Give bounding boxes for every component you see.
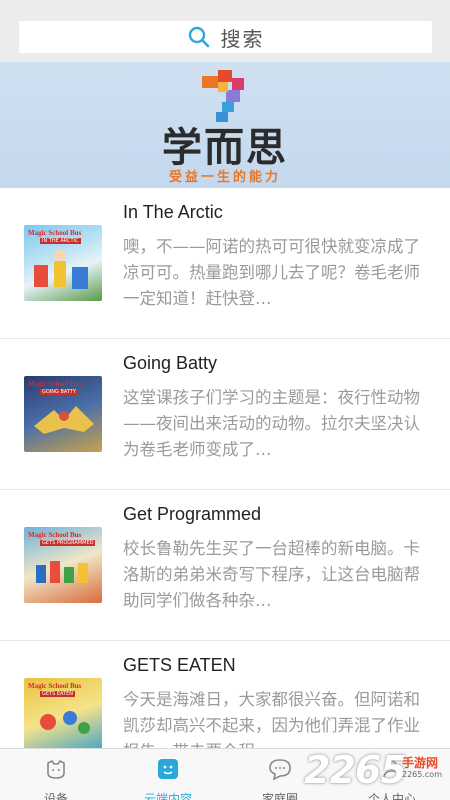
- search-input[interactable]: 搜索: [19, 21, 432, 53]
- cover-illustration-icon: [34, 249, 88, 289]
- chat-bubble-icon: [269, 759, 291, 781]
- search-icon: [188, 26, 209, 48]
- lesson-list: Magic School Bus IN THE ARCTIC In The Ar…: [0, 188, 450, 792]
- list-item[interactable]: Magic School Bus IN THE ARCTIC In The Ar…: [0, 188, 450, 339]
- cover-illustration-icon: [34, 406, 94, 434]
- brand-banner[interactable]: 学而思 受益一生的能力: [0, 62, 450, 188]
- lesson-title: Going Batty: [123, 353, 218, 373]
- brand-name: 学而思: [162, 125, 288, 171]
- tab-label: 云端内容: [143, 792, 192, 800]
- cat-face-icon: [47, 759, 65, 779]
- list-item[interactable]: Magic School Bus GETS PROGRAMMED Get Pro…: [0, 490, 450, 641]
- cloud-content-icon: [158, 759, 178, 779]
- site-watermark: 2265 手游网 2265.com: [304, 748, 450, 794]
- book-cover: Magic School Bus IN THE ARCTIC: [24, 225, 102, 301]
- lesson-description: 校长鲁勒先生买了一台超棒的新电脑。卡洛斯的弟弟米奇写下程序，让这台电脑帮助同学们…: [123, 539, 420, 610]
- watermark-number: 2265: [304, 748, 407, 792]
- watermark-text: 手游网: [402, 756, 439, 770]
- brand-slogan: 受益一生的能力: [168, 170, 281, 185]
- lesson-title: Get Programmed: [123, 504, 262, 524]
- book-cover: Magic School Bus GETS PROGRAMMED: [24, 527, 102, 603]
- search-placeholder: 搜索: [220, 26, 265, 51]
- lesson-title: GETS EATEN: [123, 655, 236, 675]
- lesson-title: In The Arctic: [123, 202, 223, 222]
- tab-label: 设备: [43, 792, 68, 800]
- search-bar: 搜索: [0, 0, 450, 62]
- book-cover: Magic School Bus GETS EATEN: [24, 678, 102, 754]
- brand-logo-icon: [202, 70, 244, 122]
- cover-illustration-icon: [36, 561, 88, 583]
- book-cover: Magic School Bus GOING BATTY: [24, 376, 102, 452]
- lesson-description: 噢，不——阿诺的热可可很快就变凉成了凉可可。热量跑到哪儿去了呢？卷毛老师一定知道…: [123, 237, 420, 308]
- tab-cloud-content[interactable]: 云端内容: [112, 749, 224, 800]
- tab-device[interactable]: 设备: [0, 749, 112, 800]
- list-item[interactable]: Magic School Bus GOING BATTY Going Batty…: [0, 339, 450, 490]
- lesson-description: 这堂课孩子们学习的主题是：夜行性动物——夜间出来活动的动物。拉尔夫坚决认为卷毛老…: [123, 388, 420, 459]
- app-screen: 搜索 学而思 受益一生的能力 Magic School Bus IN THE A…: [0, 0, 450, 800]
- watermark-url: 2265.com: [402, 770, 442, 779]
- cover-illustration-icon: [40, 711, 90, 734]
